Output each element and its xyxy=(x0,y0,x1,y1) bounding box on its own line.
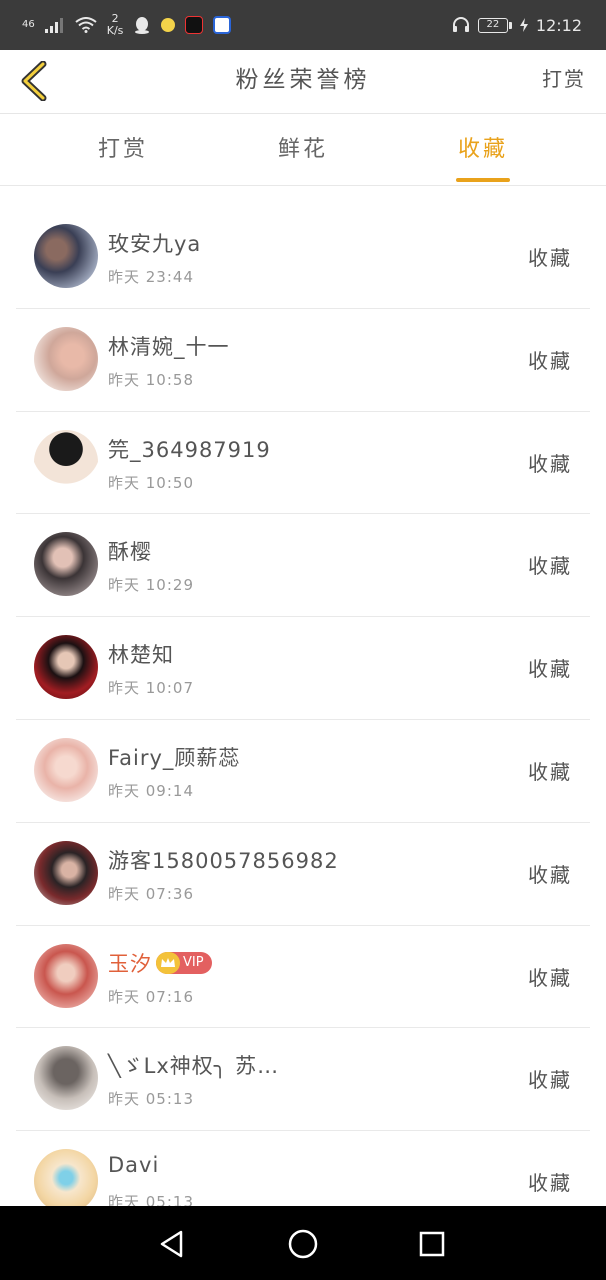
battery-level: 22 xyxy=(477,17,508,33)
reward-button[interactable]: 打赏 xyxy=(542,50,586,114)
battery-indicator: 22 xyxy=(477,17,512,33)
fan-action: 收藏 xyxy=(528,657,572,682)
active-tab-indicator xyxy=(456,178,510,182)
fan-time: 昨天 23:44 xyxy=(108,268,194,286)
avatar xyxy=(34,429,98,494)
list-item[interactable]: ╲ゞLx神权╮ 苏… 昨天 05:13 收藏 xyxy=(16,1028,590,1132)
status-right: 22 12:12 xyxy=(452,10,582,40)
signal-icon xyxy=(44,18,63,33)
fan-name: 玫安九ya xyxy=(108,232,202,256)
fan-name: 游客1580057856982 xyxy=(108,848,339,873)
back-chevron-icon xyxy=(21,61,47,101)
fan-action: 收藏 xyxy=(528,554,572,579)
fan-name: Davi xyxy=(108,1153,160,1178)
avatar xyxy=(34,224,98,288)
list-item[interactable]: 酥樱 昨天 10:29 收藏 xyxy=(16,514,590,618)
charging-icon xyxy=(519,18,528,32)
nav-home-button[interactable] xyxy=(281,1222,325,1266)
fan-time: 昨天 07:36 xyxy=(108,884,194,903)
system-nav-bar xyxy=(0,1206,606,1280)
fan-action: 收藏 xyxy=(528,451,572,476)
avatar xyxy=(34,840,98,905)
fan-action: 收藏 xyxy=(528,246,572,270)
bulb-app-icon xyxy=(161,18,176,32)
fan-name-text: 玉汐 xyxy=(108,951,152,976)
fan-action: 收藏 xyxy=(528,1068,572,1093)
tab-favorites[interactable]: 收藏 xyxy=(430,114,536,186)
tab-reward[interactable]: 打赏 xyxy=(70,114,176,186)
avatar xyxy=(34,326,98,391)
tab-bar: 打赏 鲜花 收藏 xyxy=(0,114,606,186)
network-speed: 2 K/s xyxy=(107,13,124,37)
list-item[interactable]: 游客1580057856982 昨天 07:36 收藏 xyxy=(16,823,590,926)
fan-action: 收藏 xyxy=(528,862,572,887)
fan-name: 玉汐 VIP xyxy=(108,948,212,978)
speed-unit: K/s xyxy=(106,24,124,37)
fan-name: Fairy_顾薪蕊 xyxy=(108,745,241,770)
list-item[interactable]: 林清婉_十一 昨天 10:58 收藏 xyxy=(16,309,590,412)
fan-name: 林清婉_十一 xyxy=(108,334,230,359)
top-app-bar: 粉丝荣誉榜 打赏 xyxy=(0,50,606,114)
status-left: 46 2 K/s xyxy=(22,10,232,40)
crown-icon xyxy=(156,951,180,974)
status-bar: 46 2 K/s 22 12:12 xyxy=(0,0,606,50)
avatar xyxy=(34,1149,98,1214)
vip-badge: VIP xyxy=(156,951,212,974)
tab-flowers[interactable]: 鲜花 xyxy=(250,114,356,186)
fan-time: 昨天 05:13 xyxy=(108,1090,194,1109)
battery-tip xyxy=(508,21,512,29)
clock: 12:12 xyxy=(535,15,582,35)
fan-time: 昨天 10:07 xyxy=(108,679,194,698)
avatar xyxy=(34,943,98,1008)
nav-back-button[interactable] xyxy=(150,1222,194,1266)
fan-action: 收藏 xyxy=(528,965,572,990)
fan-time: 昨天 10:29 xyxy=(108,576,194,595)
list-item[interactable]: Fairy_顾薪蕊 昨天 09:14 收藏 xyxy=(16,720,590,823)
square-recents-icon xyxy=(419,1231,445,1257)
network-type: 46 xyxy=(22,19,35,30)
fan-action: 收藏 xyxy=(528,1171,572,1196)
avatar xyxy=(34,737,98,802)
list-item[interactable]: 玉汐 VIP 昨天 07:16 收藏 xyxy=(16,926,590,1029)
qq-icon xyxy=(135,17,150,34)
fan-time: 昨天 09:14 xyxy=(108,781,194,800)
avatar xyxy=(34,635,98,700)
fan-time: 昨天 10:50 xyxy=(108,473,194,492)
circle-home-icon xyxy=(288,1229,318,1259)
fan-name: 林楚知 xyxy=(108,643,174,668)
nav-recents-button[interactable] xyxy=(410,1222,454,1266)
vip-label: VIP xyxy=(183,955,204,971)
baidu-icon xyxy=(213,16,232,34)
fan-action: 收藏 xyxy=(528,759,572,784)
list-item[interactable]: 林楚知 昨天 10:07 收藏 xyxy=(16,617,590,720)
wifi-icon xyxy=(75,17,97,33)
back-button[interactable] xyxy=(14,58,54,104)
avatar xyxy=(34,1046,98,1111)
triangle-back-icon xyxy=(160,1230,183,1258)
tiktok-icon xyxy=(185,16,204,34)
page-title: 粉丝荣誉榜 xyxy=(235,67,371,93)
fan-name: 笎_364987919 xyxy=(108,437,271,462)
fan-list: 玫安九ya 昨天 23:44 收藏 林清婉_十一 昨天 10:58 收藏 笎_3… xyxy=(0,206,606,1234)
list-item[interactable]: 玫安九ya 昨天 23:44 收藏 xyxy=(16,206,590,309)
fan-time: 昨天 07:16 xyxy=(108,987,194,1006)
headphone-icon xyxy=(452,17,469,32)
fan-time: 昨天 10:58 xyxy=(108,370,194,389)
list-item[interactable]: 笎_364987919 昨天 10:50 收藏 xyxy=(16,412,590,515)
fan-name: 酥樱 xyxy=(108,540,152,565)
fan-action: 收藏 xyxy=(528,348,572,373)
avatar xyxy=(34,532,98,597)
fan-name: ╲ゞLx神权╮ 苏… xyxy=(108,1054,280,1079)
